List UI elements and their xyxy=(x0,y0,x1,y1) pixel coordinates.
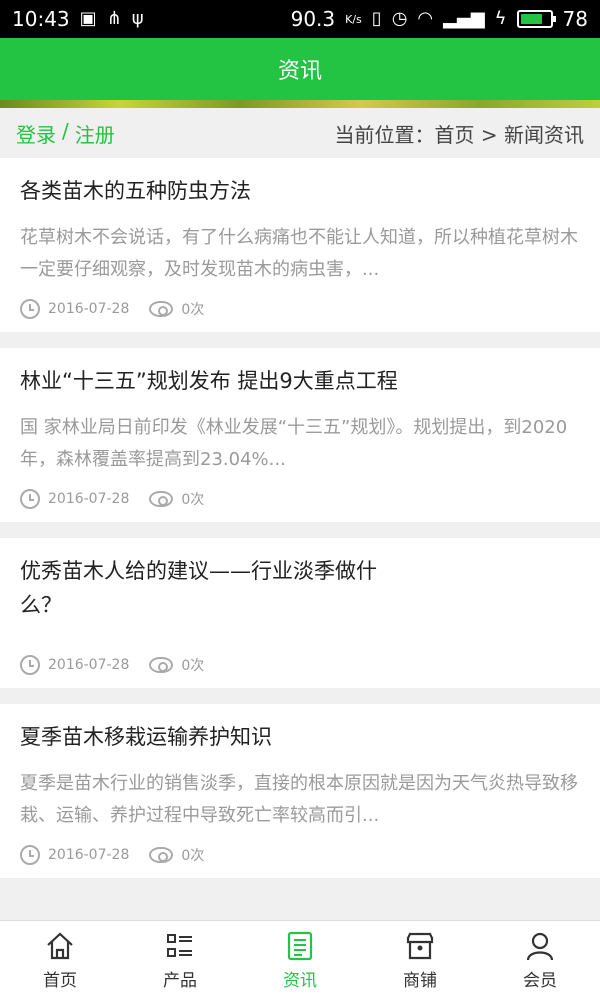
battery-icon xyxy=(516,10,556,28)
article-views: 0次 xyxy=(181,302,205,318)
eye-icon xyxy=(149,491,174,507)
tab-label: 商铺 xyxy=(403,971,437,991)
auth-links: 登录 / 注册 xyxy=(16,119,115,148)
shop-icon xyxy=(406,932,434,960)
article-views: 0次 xyxy=(181,848,205,864)
eye-icon xyxy=(149,847,174,863)
tab-products[interactable]: 产品 xyxy=(120,921,240,1000)
page-header: 资讯 xyxy=(0,38,600,100)
charging-icon: ϟ xyxy=(494,8,507,29)
article-meta: 2016-07-28 0次 xyxy=(20,476,580,522)
article-date: 2016-07-28 xyxy=(48,301,130,317)
auth-separator: / xyxy=(62,118,69,143)
tab-news[interactable]: 资讯 xyxy=(240,921,360,1000)
clock-icon xyxy=(20,489,40,509)
battery-level: 78 xyxy=(562,7,588,31)
article-card[interactable]: 林业“十三五”规划发布 提出9大重点工程 国 家林业局日前印发《林业发展“十三五… xyxy=(0,348,600,522)
signal-icon: ▂▄▆ xyxy=(443,8,485,29)
banner-image-strip xyxy=(0,100,600,108)
vibrate-icon: ▯ xyxy=(371,8,382,29)
article-summary xyxy=(20,622,580,642)
image-icon: ▣ xyxy=(79,8,97,29)
article-title[interactable]: 林业“十三五”规划发布 提出9大重点工程 xyxy=(20,364,580,398)
register-link[interactable]: 注册 xyxy=(75,119,115,148)
tab-label: 首页 xyxy=(43,971,77,991)
tab-shop[interactable]: 商铺 xyxy=(360,921,480,1000)
article-card[interactable]: 夏季苗木移栽运输养护知识 夏季是苗木行业的销售淡季，直接的根本原因就是因为天气炎… xyxy=(0,704,600,878)
article-views: 0次 xyxy=(181,658,205,674)
article-summary: 夏季是苗木行业的销售淡季，直接的根本原因就是因为天气炎热导致移栽、运输、养护过程… xyxy=(20,773,578,826)
breadcrumb-bar: 登录 / 注册 当前位置：首页 > 新闻资讯 xyxy=(0,108,600,158)
tab-label: 产品 xyxy=(163,971,197,991)
net-speed: 90.3 xyxy=(290,7,336,31)
tab-label: 资讯 xyxy=(283,971,317,991)
article-meta: 2016-07-28 0次 xyxy=(20,286,580,332)
status-bar: 10:43 ▣ ⋔ ψ 90.3 K/s ▯ ◷ ◠ ▂▄▆ ϟ 78 xyxy=(0,0,600,38)
article-list: 各类苗木的五种防虫方法 花草树木不会说话，有了什么病痛也不能让人知道，所以种植花… xyxy=(0,158,600,894)
tab-home[interactable]: 首页 xyxy=(0,921,120,1000)
wifi-icon: ◠ xyxy=(417,8,434,29)
clock-icon xyxy=(20,299,40,319)
breadcrumb: 当前位置：首页 > 新闻资讯 xyxy=(335,119,584,148)
article-card[interactable]: 各类苗木的五种防虫方法 花草树木不会说话，有了什么病痛也不能让人知道，所以种植花… xyxy=(0,158,600,332)
article-meta: 2016-07-28 0次 xyxy=(20,832,580,878)
bottom-tab-bar: 首页 产品 资讯 商铺 会员 xyxy=(0,920,600,1000)
clock-icon xyxy=(20,845,40,865)
home-icon xyxy=(47,932,73,960)
user-icon xyxy=(526,932,554,961)
usb-icon: ψ xyxy=(131,8,144,29)
article-date: 2016-07-28 xyxy=(48,657,130,673)
article-summary: 国 家林业局日前印发《林业发展“十三五”规划》。规划提出，到2020年，森林覆盖… xyxy=(20,417,568,470)
article-title[interactable]: 夏季苗木移栽运输养护知识 xyxy=(20,720,580,754)
article-meta: 2016-07-28 0次 xyxy=(20,642,580,688)
clock-time: 10:43 xyxy=(12,7,70,31)
page-title: 资讯 xyxy=(277,59,322,84)
article-date: 2016-07-28 xyxy=(48,847,130,863)
tab-member[interactable]: 会员 xyxy=(480,921,600,1000)
login-link[interactable]: 登录 xyxy=(16,119,56,148)
article-title[interactable]: 各类苗木的五种防虫方法 xyxy=(20,174,580,208)
eye-icon xyxy=(149,657,174,673)
breadcrumb-text: 当前位置：首页 > 新闻资讯 xyxy=(334,122,584,147)
clock-icon xyxy=(20,655,40,675)
article-card[interactable]: 优秀苗木人给的建议——行业淡季做什么？ 2016-07-28 0次 xyxy=(0,538,600,688)
article-date: 2016-07-28 xyxy=(48,491,130,507)
net-speed-unit: K/s xyxy=(345,12,362,26)
article-views: 0次 xyxy=(181,492,205,508)
article-summary: 花草树木不会说话，有了什么病痛也不能让人知道，所以种植花草树木一定要仔细观察，及… xyxy=(20,227,578,280)
news-icon xyxy=(287,931,313,961)
article-title[interactable]: 优秀苗木人给的建议——行业淡季做什么？ xyxy=(20,554,410,622)
share-icon: ⋔ xyxy=(106,8,122,29)
eye-icon xyxy=(149,301,174,317)
alarm-icon: ◷ xyxy=(391,8,408,29)
list-icon xyxy=(167,934,192,957)
tab-label: 会员 xyxy=(523,971,557,991)
